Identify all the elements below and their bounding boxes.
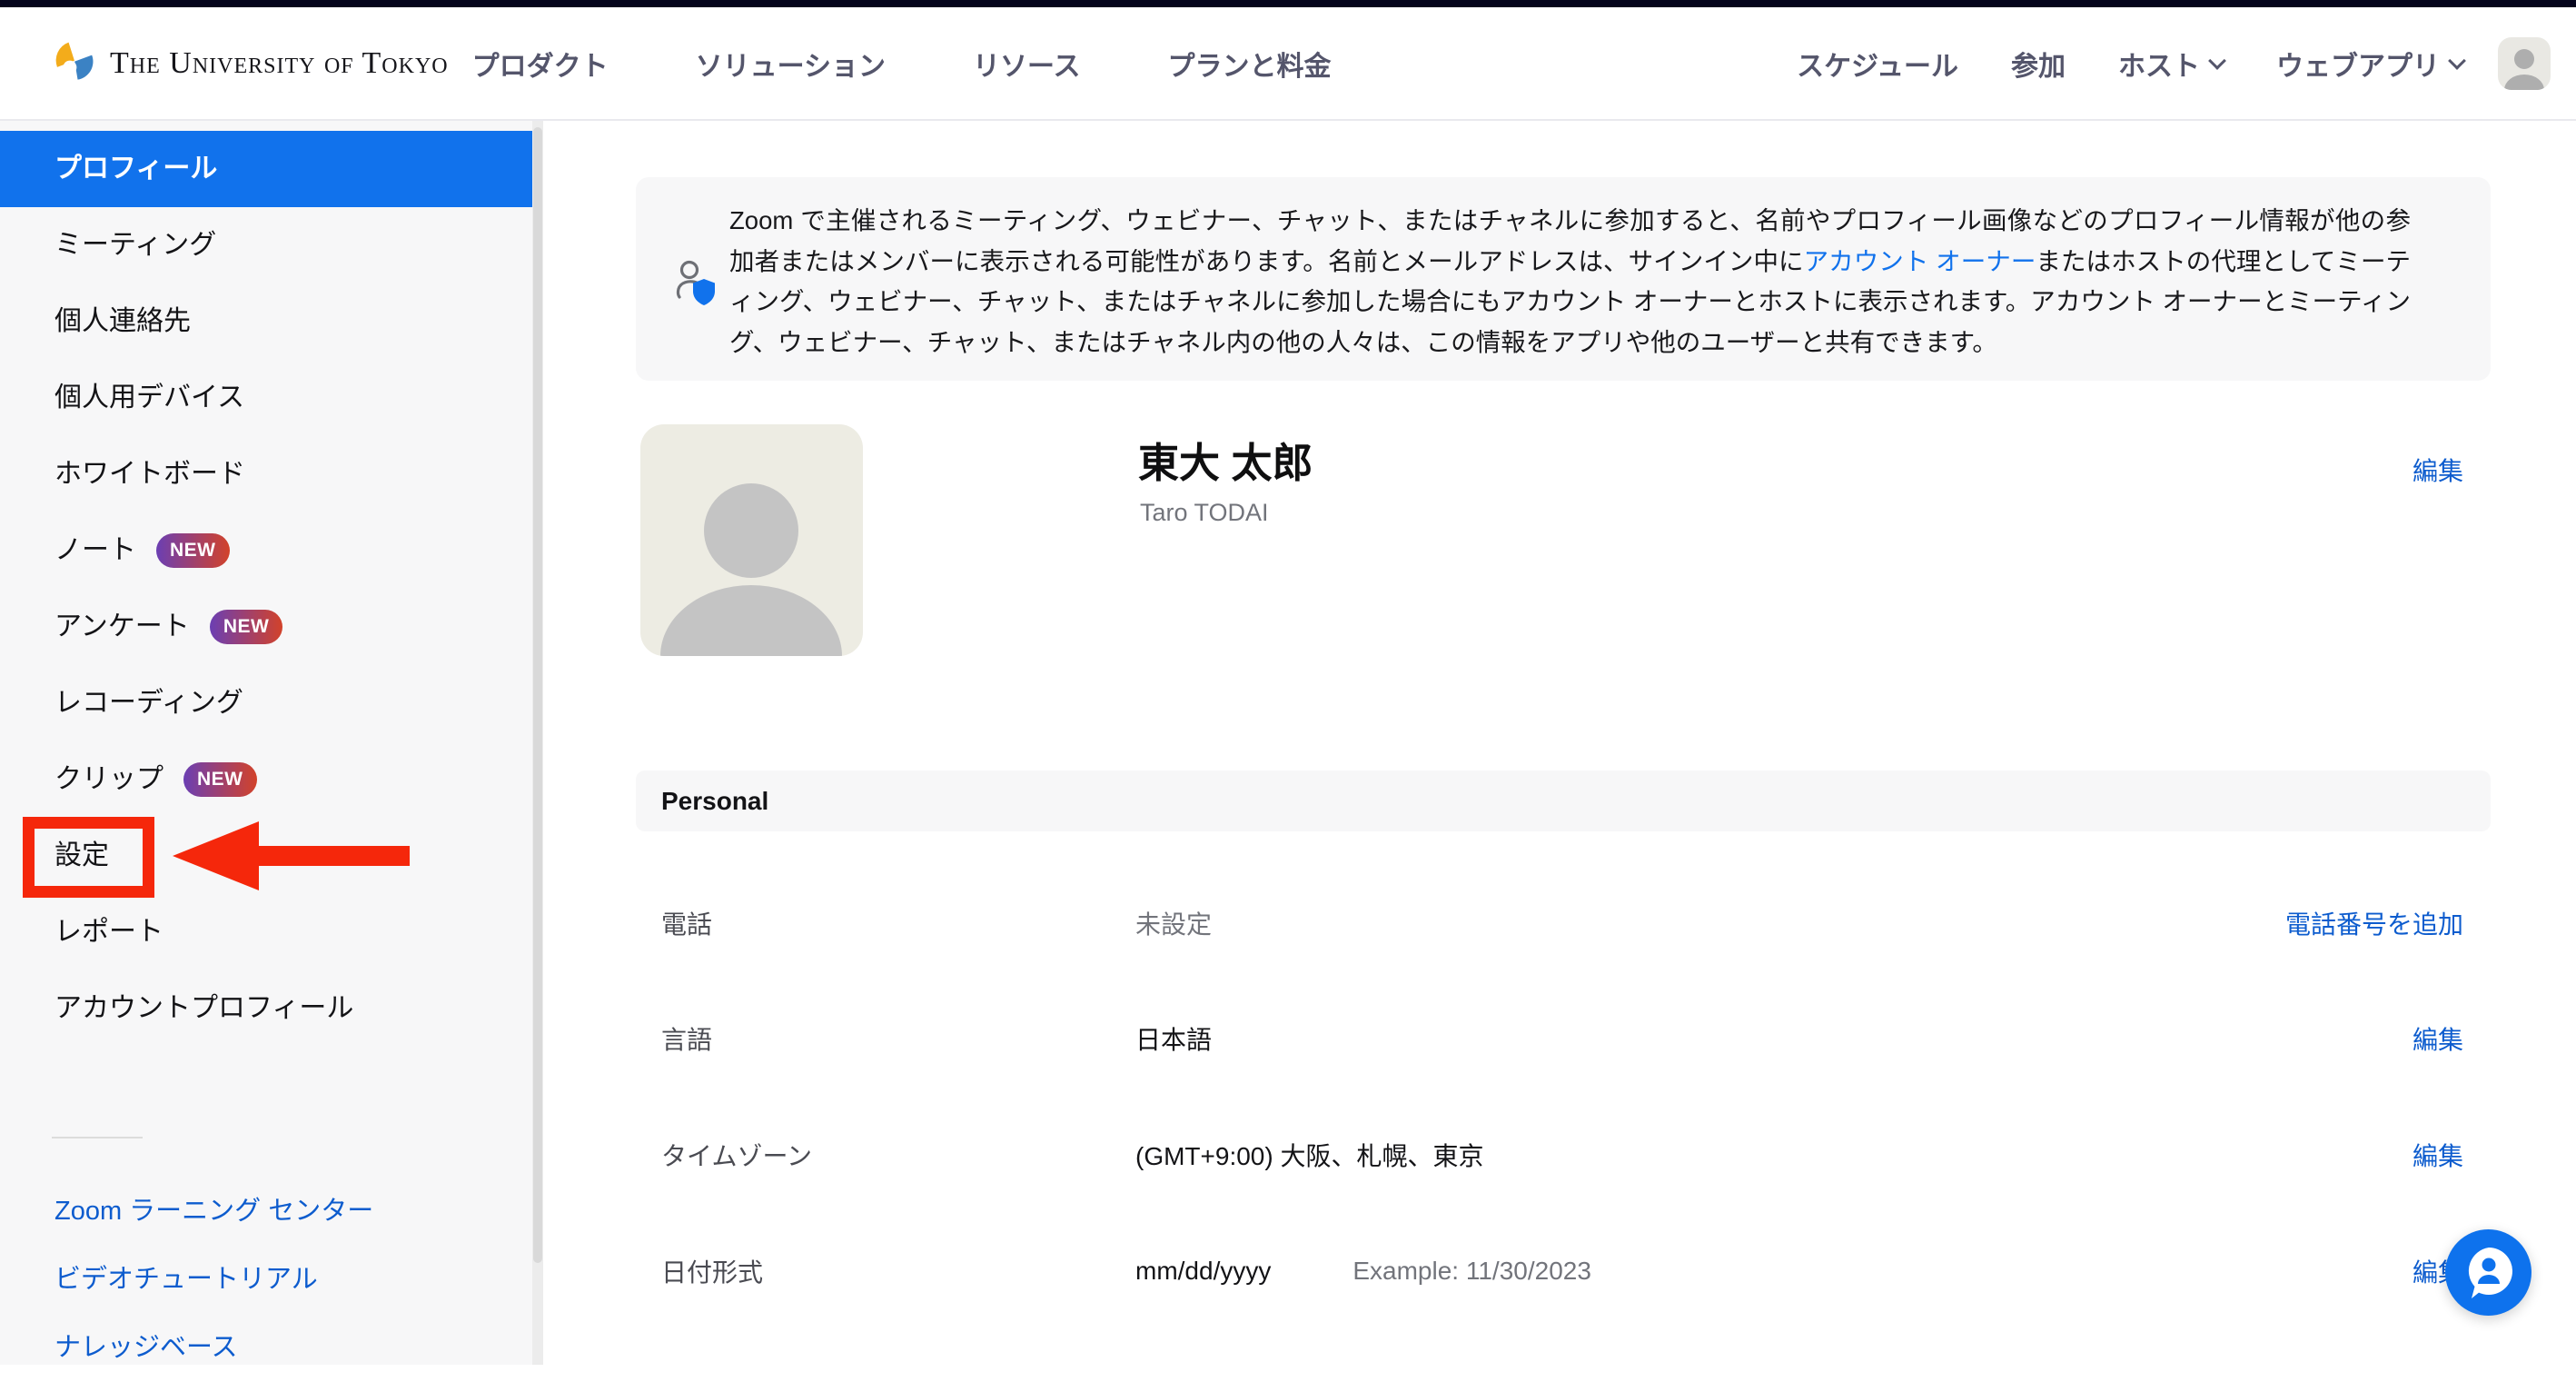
sidebar-item-whiteboard[interactable]: ホワイトボード bbox=[0, 436, 543, 512]
edit-timezone-link[interactable]: 編集 bbox=[2413, 1137, 2463, 1173]
sidebar-item-profile[interactable]: プロフィール bbox=[0, 131, 532, 207]
sidebar-menu: プロフィール ミーティング 個人連絡先 個人用デバイス ホワイトボード ノートN… bbox=[0, 121, 543, 1047]
row-language: 言語 日本語 編集 bbox=[636, 1019, 2463, 1059]
browser-top-strip bbox=[0, 0, 2576, 7]
row-label: 言語 bbox=[636, 1020, 1135, 1057]
nav-resources[interactable]: リソース bbox=[973, 44, 1081, 84]
new-badge: NEW bbox=[156, 533, 230, 568]
row-value: mm/dd/yyyy bbox=[1135, 1257, 1271, 1286]
row-date-format: 日付形式 mm/dd/yyyy Example: 11/30/2023 編集 bbox=[636, 1251, 2463, 1291]
sidebar-item-devices[interactable]: 個人用デバイス bbox=[0, 360, 543, 436]
row-value: 日本語 bbox=[1135, 1020, 1212, 1057]
row-label: 日付形式 bbox=[636, 1253, 1135, 1289]
privacy-notice-text: Zoom で主催されるミーティング、ウェビナー、チャット、またはチャネルに参加す… bbox=[636, 177, 2491, 363]
sidebar-item-reports[interactable]: レポート bbox=[0, 894, 543, 970]
nav-left: プロダクト ソリューション リソース プランと料金 bbox=[472, 44, 1332, 84]
university-logo[interactable]: The University of Tokyo bbox=[52, 39, 449, 87]
new-badge: NEW bbox=[183, 762, 257, 797]
nav-plans-pricing[interactable]: プランと料金 bbox=[1168, 44, 1332, 84]
nav-right: スケジュール 参加 ホスト ウェブアプリ bbox=[1797, 44, 2463, 84]
sidebar-item-notes[interactable]: ノートNEW bbox=[0, 512, 543, 589]
chevron-down-icon bbox=[2208, 52, 2226, 70]
sidebar-footer-links: Zoom ラーニング センター ビデオチュートリアル ナレッジベース bbox=[0, 1178, 543, 1382]
sidebar-item-recordings[interactable]: レコーディング bbox=[0, 665, 543, 741]
edit-language-link[interactable]: 編集 bbox=[2413, 1020, 2463, 1057]
profile-avatar[interactable] bbox=[640, 424, 863, 656]
sidebar-item-surveys[interactable]: アンケートNEW bbox=[0, 589, 543, 665]
sidebar-scrollbar-thumb[interactable] bbox=[533, 127, 542, 1263]
nav-host-dropdown[interactable]: ホスト bbox=[2118, 44, 2224, 84]
person-icon bbox=[640, 447, 863, 656]
row-value: 未設定 bbox=[1135, 905, 1212, 941]
user-avatar-button[interactable] bbox=[2498, 37, 2551, 90]
chat-person-icon bbox=[2462, 1246, 2515, 1300]
sidebar-item-clips[interactable]: クリップNEW bbox=[0, 741, 543, 818]
nav-solutions[interactable]: ソリューション bbox=[696, 44, 886, 84]
sidebar: プロフィール ミーティング 個人連絡先 個人用デバイス ホワイトボード ノートN… bbox=[0, 121, 543, 1365]
nav-schedule[interactable]: スケジュール bbox=[1797, 44, 1958, 84]
top-navbar: The University of Tokyo プロダクト ソリューション リソ… bbox=[0, 7, 2576, 121]
row-timezone: タイムゾーン (GMT+9:00) 大阪、札幌、東京 編集 bbox=[636, 1135, 2463, 1175]
person-shield-icon bbox=[674, 259, 719, 311]
person-icon bbox=[2498, 43, 2551, 90]
add-phone-link[interactable]: 電話番号を追加 bbox=[2285, 905, 2463, 941]
sidebar-item-account-profile[interactable]: アカウントプロフィール bbox=[0, 970, 543, 1047]
nav-join[interactable]: 参加 bbox=[2011, 44, 2066, 84]
section-title: Personal bbox=[661, 787, 768, 816]
account-owner-link[interactable]: アカウント オーナー bbox=[1804, 247, 2036, 275]
logo-text: The University of Tokyo bbox=[110, 46, 449, 81]
row-phone: 電話 未設定 電話番号を追加 bbox=[636, 903, 2463, 943]
row-value: (GMT+9:00) 大阪、札幌、東京 bbox=[1135, 1137, 1483, 1173]
date-format-example: Example: 11/30/2023 bbox=[1352, 1257, 1591, 1286]
profile-edit-link[interactable]: 編集 bbox=[2413, 452, 2463, 488]
privacy-notice-box: Zoom で主催されるミーティング、ウェビナー、チャット、またはチャネルに参加す… bbox=[636, 177, 2491, 381]
zoom-profile-page: { "header": { "logo_text": "The Universi… bbox=[0, 0, 2576, 1365]
sidebar-divider bbox=[52, 1137, 143, 1138]
link-learning-center[interactable]: Zoom ラーニング センター bbox=[0, 1178, 543, 1246]
sidebar-item-meetings[interactable]: ミーティング bbox=[0, 207, 543, 283]
row-label: 電話 bbox=[636, 905, 1135, 941]
link-video-tutorials[interactable]: ビデオチュートリアル bbox=[0, 1246, 543, 1314]
nav-webapp-dropdown[interactable]: ウェブアプリ bbox=[2276, 44, 2463, 84]
profile-name: 東大 太郎 bbox=[1138, 430, 1313, 489]
nav-products[interactable]: プロダクト bbox=[472, 44, 609, 84]
row-label: タイムゾーン bbox=[636, 1137, 1135, 1173]
sidebar-item-settings[interactable]: 設定 bbox=[0, 818, 543, 894]
profile-name-roman: Taro TODAI bbox=[1140, 499, 1269, 527]
support-chat-button[interactable] bbox=[2445, 1229, 2531, 1316]
sidebar-item-contacts[interactable]: 個人連絡先 bbox=[0, 283, 543, 360]
chevron-down-icon bbox=[2448, 52, 2466, 70]
ginkgo-logo-icon bbox=[52, 39, 95, 87]
main-content: Zoom で主催されるミーティング、ウェビナー、チャット、またはチャネルに参加す… bbox=[543, 121, 2576, 1365]
new-badge: NEW bbox=[210, 610, 283, 644]
personal-section-header: Personal bbox=[636, 771, 2491, 831]
link-knowledge-base[interactable]: ナレッジベース bbox=[0, 1314, 543, 1382]
